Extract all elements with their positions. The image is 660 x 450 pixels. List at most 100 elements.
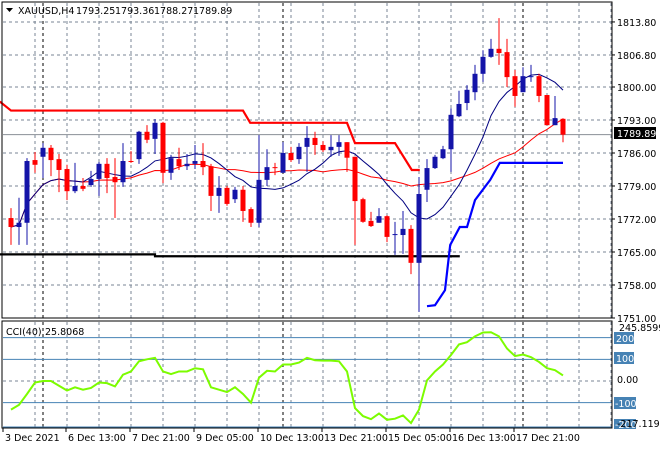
time-axis-label: 3 Dec 2021 [5, 433, 60, 444]
candle-body-bullish [192, 161, 198, 164]
candle-body-bullish [432, 156, 438, 169]
axes: 1813.80 1806.80 1800.00 1793.00 1786.00 1779.… [2, 18, 656, 444]
price-axis-label: 1800.00 [617, 83, 656, 94]
time-axis-label: 17 Dec 21:00 [516, 433, 580, 444]
cci-panel-frame [1, 320, 613, 429]
cci-level-100-label: 100 [616, 354, 634, 365]
cci-panel [3, 331, 612, 428]
ma-slow-line [10, 118, 564, 228]
cci-level-minus100-label: -100 [615, 399, 637, 410]
candle-body-bullish [480, 56, 486, 74]
cci-line [10, 331, 564, 425]
candle-body-bullish [392, 234, 398, 236]
candle-body-bearish [112, 177, 118, 183]
candle-body-bearish [176, 159, 182, 167]
candle-body-bullish [472, 73, 478, 93]
candle-body-bullish [424, 168, 430, 190]
candle-body-bearish [128, 161, 134, 163]
candle-body-bullish [184, 163, 190, 167]
time-axis-label: 16 Dec 13:00 [452, 433, 516, 444]
ma-fast-line [10, 73, 564, 228]
time-axis-label: 13 Dec 21:00 [324, 433, 388, 444]
candle-body-bearish [160, 122, 166, 173]
candle-body-bullish [96, 163, 102, 179]
candle-body-bullish [488, 48, 494, 57]
candle-body-bullish [376, 216, 382, 223]
symbol-timeframe: XAUUSD,H4 [18, 6, 74, 17]
current-price-label: 1789.89 [617, 129, 656, 140]
price-axis-label: 1806.80 [617, 51, 656, 62]
time-axis-label: 6 Dec 13:00 [68, 433, 126, 444]
candle-body-bullish [280, 152, 286, 173]
time-axis-label: 9 Dec 05:00 [196, 433, 254, 444]
candle-body-bullish [520, 76, 526, 93]
candle-body-bullish [440, 149, 446, 159]
candle-body-bullish [136, 131, 142, 160]
candle-body-bearish [248, 209, 254, 223]
candle-body-bearish [144, 131, 150, 140]
candle-body-bullish [328, 146, 334, 151]
candle-body-bullish [456, 103, 462, 117]
cci-max-label: 245.8599 [619, 323, 660, 334]
candle-body-bullish [264, 167, 270, 180]
candle-body-bullish [40, 147, 46, 157]
candle-body-bearish [512, 76, 518, 96]
candle-body-bearish [32, 160, 38, 165]
candle-body-bullish [216, 187, 222, 196]
candle-body-bearish [272, 167, 278, 169]
chart-canvas[interactable]: 1813.80 1806.80 1800.00 1793.00 1786.00 1779.… [0, 0, 660, 450]
candle-body-bearish [368, 220, 374, 227]
candle-body-bearish [200, 161, 206, 168]
candle-body-bearish [288, 152, 294, 161]
candle-body-bearish [408, 228, 414, 263]
candle-body-bearish [240, 189, 246, 211]
candle-body-bullish [528, 76, 534, 78]
candles [8, 18, 566, 312]
time-axis-label: 15 Dec 05:00 [388, 433, 452, 444]
candle-body-bearish [344, 142, 350, 158]
cci-level-200-label: 200 [616, 334, 634, 345]
ohlc-close: 1789.89 [193, 6, 232, 17]
cci-level-0-label: 0.00 [617, 375, 638, 386]
candle-body-bearish [8, 218, 14, 228]
candle-body-bearish [504, 52, 510, 78]
candle-body-bullish [152, 122, 158, 139]
candle-body-bullish [88, 178, 94, 186]
price-axis-label: 1786.00 [617, 149, 656, 160]
ohlc-low: 1788.27 [154, 6, 193, 17]
price-axis-label: 1758.00 [617, 281, 656, 292]
candle-body-bullish [16, 222, 22, 228]
candle-body-bearish [536, 76, 542, 96]
candle-body-bearish [56, 159, 62, 170]
cci-min-label: -217.1196 [617, 419, 660, 430]
candle-body-bullish [448, 114, 454, 150]
grid [3, 3, 612, 428]
candle-body-bullish [552, 118, 558, 126]
ohlc-high: 1793.36 [115, 6, 154, 17]
candle-body-bullish [256, 179, 262, 223]
candle-body-bullish [72, 185, 78, 192]
candle-body-bullish [120, 161, 126, 183]
time-axis-label: 7 Dec 21:00 [132, 433, 190, 444]
cci-label: CCI(40) [6, 327, 42, 338]
price-axis-label: 1765.00 [617, 248, 656, 259]
time-axis-label: 10 Dec 13:00 [260, 433, 324, 444]
price-axis-label: 1779.00 [617, 182, 656, 193]
candle-body-bullish [304, 137, 310, 147]
candle-body-bullish [168, 158, 174, 173]
candle-body-bearish [64, 169, 70, 192]
price-axis-label: 1793.00 [617, 116, 656, 127]
dropdown-triangle-icon[interactable] [6, 8, 13, 12]
candle-body-bearish [544, 95, 550, 126]
candle-body-bearish [208, 166, 214, 196]
candle-body-bullish [336, 142, 342, 147]
candle-body-bullish [232, 189, 238, 200]
candle-body-bearish [48, 147, 54, 161]
candle-body-bearish [360, 199, 366, 222]
indicator-overlays [0, 73, 564, 308]
candle-body-bearish [312, 137, 318, 145]
candle-body-bearish [496, 48, 502, 54]
candle-body-bullish [464, 89, 470, 104]
candle-body-bullish [400, 228, 406, 236]
candle-body-bearish [560, 118, 566, 135]
